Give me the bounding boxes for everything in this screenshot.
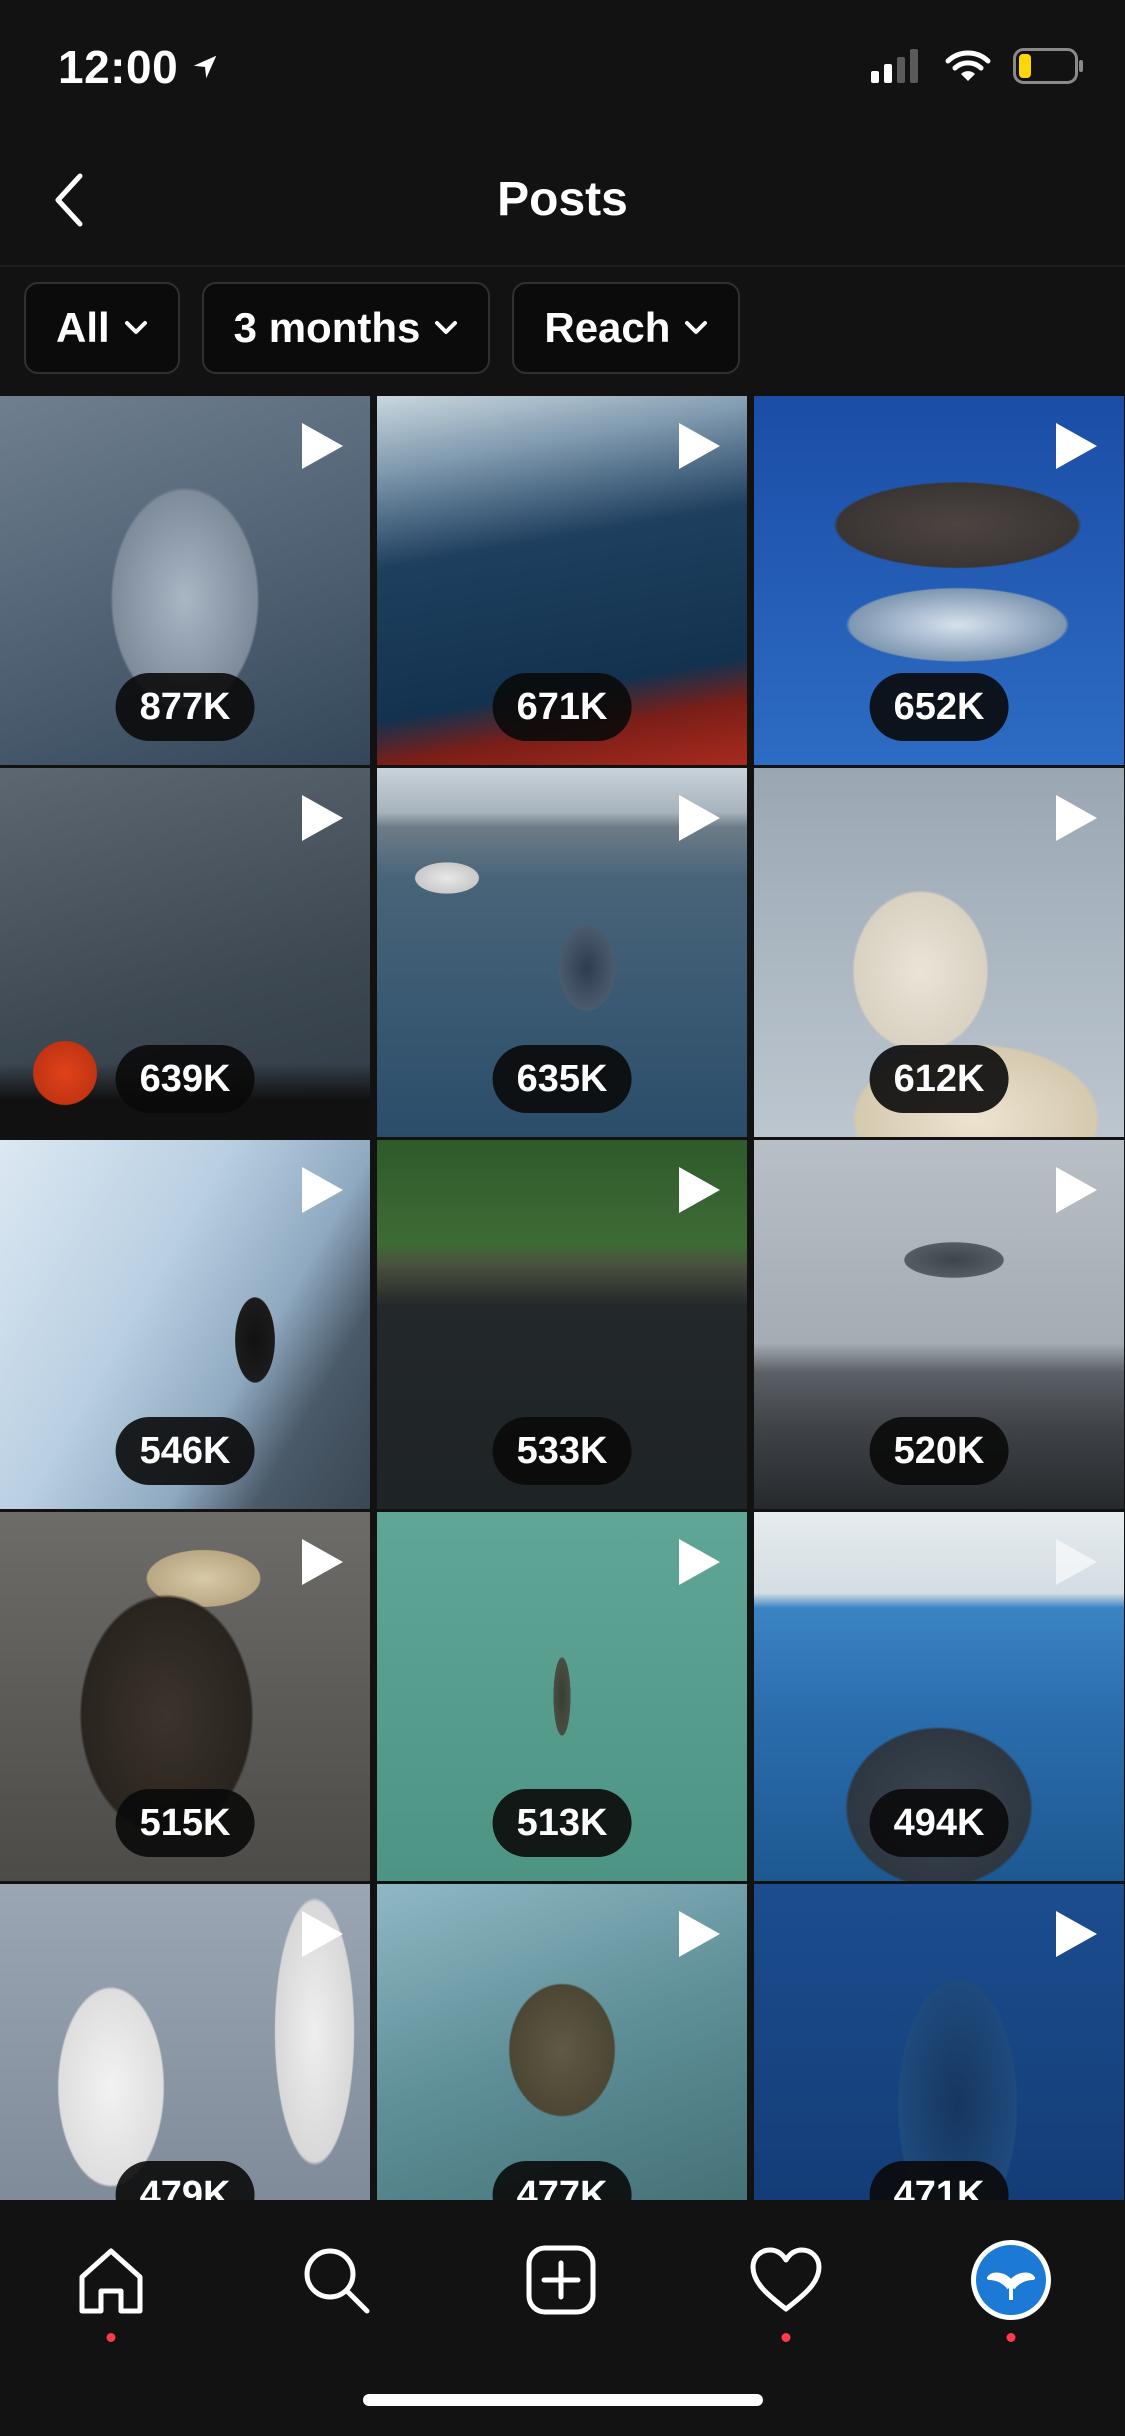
reach-count: 513K [492, 1789, 632, 1857]
chevron-down-icon [124, 321, 147, 334]
video-play-icon [1056, 1911, 1097, 1957]
filter-time-range-dropdown[interactable]: 3 months [201, 282, 491, 374]
navigation-header: Posts [0, 135, 1125, 267]
post-tile[interactable]: 635K [377, 768, 747, 1137]
video-play-icon [679, 1911, 720, 1957]
home-indicator[interactable] [363, 2394, 763, 2406]
tab-activity[interactable] [726, 2220, 846, 2342]
post-tile[interactable]: 515K [0, 1512, 370, 1881]
wifi-icon [945, 50, 991, 81]
profile-avatar [971, 2240, 1051, 2320]
video-play-icon [302, 795, 343, 841]
reach-count: 635K [492, 1045, 632, 1113]
status-indicators [871, 48, 1085, 84]
post-tile[interactable]: 533K [377, 1140, 747, 1509]
filter-metric-dropdown[interactable]: Reach [512, 282, 741, 374]
tab-new-post[interactable] [501, 2220, 621, 2340]
filter-label: All [56, 304, 110, 351]
battery-low-icon [1013, 48, 1083, 84]
video-play-icon [1056, 423, 1097, 469]
tab-search[interactable] [276, 2220, 396, 2340]
video-play-icon [302, 1539, 343, 1585]
video-play-icon [679, 423, 720, 469]
post-tile[interactable]: 471K [754, 1884, 1124, 2200]
search-icon [304, 2248, 370, 2314]
page-title: Posts [497, 173, 628, 226]
location-arrow-icon [193, 55, 217, 79]
reach-count: 479K [115, 2161, 255, 2200]
post-tile[interactable]: 477K [377, 1884, 747, 2200]
reach-count: 652K [869, 673, 1009, 741]
video-play-icon [679, 1167, 720, 1213]
post-tile[interactable]: 877K [0, 396, 370, 765]
filter-type-dropdown[interactable]: All [24, 282, 180, 374]
reach-count: 477K [492, 2161, 632, 2200]
reach-count: 877K [115, 673, 255, 741]
filter-bar: All 3 months Reach [24, 282, 741, 374]
notification-dot [781, 2333, 791, 2342]
video-play-icon [302, 1167, 343, 1213]
video-play-icon [679, 1539, 720, 1585]
new-post-icon [526, 2245, 596, 2315]
video-play-icon [302, 1911, 343, 1957]
post-tile[interactable]: 639K [0, 768, 370, 1137]
reach-count: 612K [869, 1045, 1009, 1113]
reach-count: 671K [492, 673, 632, 741]
reach-count: 639K [115, 1045, 255, 1113]
posts-grid: 877K 671K 652K 639K 635K 612K 546K 533K [0, 396, 1125, 2200]
tab-home[interactable] [51, 2220, 171, 2342]
filter-label: 3 months [233, 304, 421, 351]
post-tile[interactable]: 546K [0, 1140, 370, 1509]
post-tile[interactable]: 612K [754, 768, 1124, 1137]
video-play-icon [1056, 1539, 1097, 1585]
chevron-down-icon [435, 321, 458, 334]
home-icon [79, 2248, 143, 2314]
status-bar: 12:00 [0, 0, 1125, 135]
status-time: 12:00 [58, 41, 179, 93]
video-play-icon [1056, 795, 1097, 841]
post-tile[interactable]: 671K [377, 396, 747, 765]
heart-icon [750, 2247, 822, 2312]
video-play-icon [302, 423, 343, 469]
reach-count: 515K [115, 1789, 255, 1857]
post-tile[interactable]: 652K [754, 396, 1124, 765]
reach-count: 494K [869, 1789, 1009, 1857]
filter-label: Reach [544, 304, 671, 351]
reach-count: 471K [869, 2161, 1009, 2200]
chevron-down-icon [685, 321, 708, 334]
reach-count: 533K [492, 1417, 632, 1485]
cellular-signal-icon [871, 49, 918, 83]
notification-dot [106, 2333, 116, 2342]
post-tile[interactable]: 494K [754, 1512, 1124, 1881]
tab-profile[interactable] [951, 2220, 1071, 2342]
post-tile[interactable]: 479K [0, 1884, 370, 2200]
reach-count: 520K [869, 1417, 1009, 1485]
reach-count: 546K [115, 1417, 255, 1485]
video-play-icon [1056, 1167, 1097, 1213]
notification-dot [1006, 2333, 1016, 2342]
post-tile[interactable]: 513K [377, 1512, 747, 1881]
post-tile[interactable]: 520K [754, 1140, 1124, 1509]
video-play-icon [679, 795, 720, 841]
